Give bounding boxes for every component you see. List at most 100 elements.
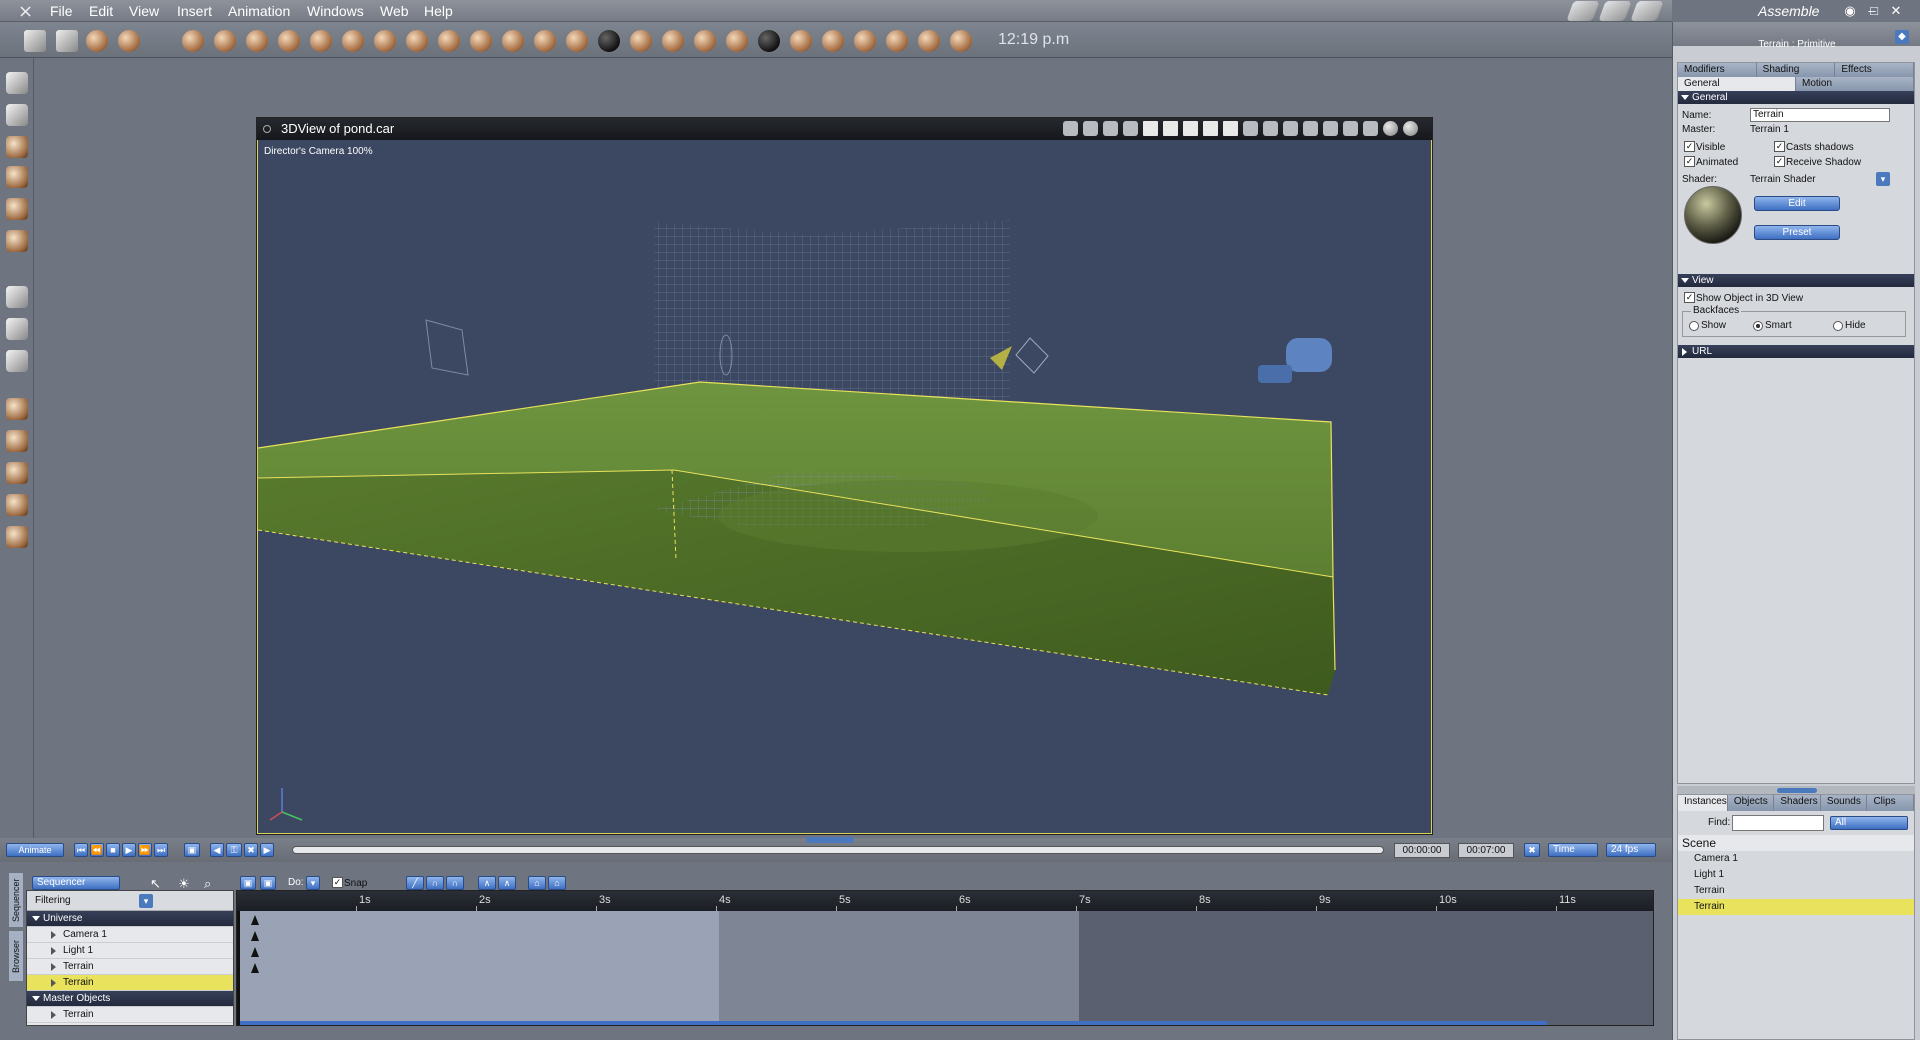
list-item[interactable]: Camera 1 <box>1678 851 1914 867</box>
model-room-icon[interactable] <box>1598 1 1632 21</box>
move-yz-icon[interactable] <box>6 462 28 484</box>
shader-preview[interactable] <box>1684 186 1742 244</box>
3d-view-window[interactable]: 3DView of pond.car Director's Camera 100… <box>256 117 1433 835</box>
tree-group-universe[interactable]: Universe <box>27 911 233 927</box>
bezier-icon[interactable]: ⌂ <box>528 876 546 890</box>
wrench-primitive-icon[interactable] <box>950 30 972 52</box>
time-mode-icon[interactable]: ✖ <box>1524 843 1540 857</box>
sdk-primitive-icon[interactable] <box>694 30 716 52</box>
fast-forward-icon[interactable]: ⏩ <box>138 843 152 857</box>
linear-interp-icon[interactable]: ╱ <box>406 876 424 890</box>
tree-primitive-icon[interactable] <box>438 30 460 52</box>
end-time-field[interactable]: 00:07:00 <box>1458 843 1514 858</box>
camera-object-icon[interactable] <box>1258 338 1332 383</box>
dark-sphere-icon[interactable] <box>598 30 620 52</box>
scale-tool-icon[interactable] <box>6 198 28 220</box>
next-key-icon[interactable]: ▶ <box>260 843 274 857</box>
3d-viewport[interactable]: Director's Camera 100% <box>257 140 1432 834</box>
bounding-render-icon[interactable] <box>1323 121 1338 136</box>
delete-key-icon[interactable]: ✖ <box>244 843 258 857</box>
figure-icon[interactable] <box>1083 121 1098 136</box>
move-xz-icon[interactable] <box>6 430 28 452</box>
box-render-icon[interactable] <box>1243 121 1258 136</box>
preview-render-icon[interactable] <box>1403 121 1418 136</box>
time-scrubber[interactable] <box>292 846 1384 854</box>
pencil-tool-icon[interactable] <box>24 30 46 52</box>
light-icon[interactable] <box>1063 121 1078 136</box>
tab-objects[interactable]: Objects <box>1727 795 1775 811</box>
window-close-dot-icon[interactable] <box>263 125 271 133</box>
edit-shader-button[interactable]: Edit <box>1754 196 1840 211</box>
fit-icon[interactable]: ▣ <box>240 876 256 890</box>
cogwheel-primitive-icon[interactable] <box>534 30 556 52</box>
keyframe-icon[interactable] <box>251 931 259 941</box>
tab-shading[interactable]: Shading <box>1756 63 1836 77</box>
sphere-primitive-icon[interactable] <box>182 30 204 52</box>
tab-motion[interactable]: Motion <box>1796 77 1914 91</box>
hand-room-icon[interactable] <box>1566 1 1600 21</box>
text-primitive-icon[interactable] <box>342 30 364 52</box>
globe-primitive-icon[interactable] <box>246 30 268 52</box>
quad-view-icon[interactable] <box>1183 121 1198 136</box>
keyframe-icon[interactable] <box>251 915 259 925</box>
3d-view-titlebar[interactable]: 3DView of pond.car <box>257 118 1432 140</box>
hidden-render-icon[interactable] <box>1283 121 1298 136</box>
ease-interp-icon[interactable]: ∩ <box>446 876 464 890</box>
tree-item-terrain-selected[interactable]: Terrain <box>27 975 233 991</box>
snap-checkbox[interactable]: Snap <box>332 877 367 889</box>
tree-group-master-objects[interactable]: Master Objects <box>27 991 233 1007</box>
gear-primitive-icon[interactable] <box>374 30 396 52</box>
backfaces-show-radio[interactable]: Show <box>1689 320 1726 331</box>
shaded-render-icon[interactable] <box>1383 121 1398 136</box>
find-input[interactable] <box>1732 815 1824 831</box>
target-primitive-icon[interactable] <box>918 30 940 52</box>
menu-windows[interactable]: Windows <box>307 3 364 19</box>
rewind-icon[interactable]: ⏪ <box>90 843 104 857</box>
figure-primitive-icon[interactable] <box>278 30 300 52</box>
view-section-header[interactable]: View <box>1678 274 1914 287</box>
ease-in-icon[interactable]: ∧ <box>478 876 496 890</box>
tree-item-light[interactable]: Light 1 <box>27 943 233 959</box>
url-section-header[interactable]: URL <box>1678 345 1914 358</box>
paint-brush-icon[interactable] <box>6 230 28 252</box>
trackball-icon[interactable] <box>6 494 28 516</box>
bezier-smooth-icon[interactable]: ⌂ <box>548 876 566 890</box>
filtering-dropdown-icon[interactable]: ▾ <box>139 894 153 908</box>
backfaces-hide-radio[interactable]: Hide <box>1833 320 1866 331</box>
tab-effects[interactable]: Effects <box>1835 63 1915 77</box>
shader-room-icon[interactable] <box>1630 1 1664 21</box>
bowl-primitive-icon[interactable] <box>726 30 748 52</box>
go-start-icon[interactable]: ⏮ <box>74 843 88 857</box>
eye-icon[interactable]: ◉ <box>1842 3 1858 19</box>
fps-select[interactable]: 24 fps <box>1606 843 1656 857</box>
tab-clips[interactable]: Clips <box>1867 795 1914 811</box>
flame-primitive-icon[interactable] <box>502 30 524 52</box>
ease-out-icon[interactable]: ∧ <box>498 876 516 890</box>
tab-browser-vertical[interactable]: Browser <box>8 930 24 982</box>
dolly-icon[interactable] <box>1123 121 1138 136</box>
pin-icon[interactable]: ◆ <box>1895 30 1909 44</box>
direct-select-icon[interactable] <box>6 104 28 126</box>
menu-view[interactable]: View <box>129 3 159 19</box>
sequencer-mode-select[interactable]: Sequencer <box>32 876 120 890</box>
maximize-icon[interactable]: □ <box>1866 3 1882 19</box>
keyframe-icon[interactable] <box>251 963 259 973</box>
general-section-header[interactable]: General <box>1678 91 1914 104</box>
time-ruler[interactable]: 1s 2s 3s 4s 5s 6s 7s 8s 9s 10s 11s <box>237 891 1653 911</box>
menu-help[interactable]: Help <box>424 3 453 19</box>
tab-shaders[interactable]: Shaders <box>1774 795 1821 811</box>
animate-button[interactable]: Animate <box>6 843 64 857</box>
tree-item-master-terrain[interactable]: Terrain <box>27 1007 233 1023</box>
tree-item-camera[interactable]: Camera 1 <box>27 927 233 943</box>
visible-checkbox[interactable]: Visible <box>1684 141 1725 153</box>
plane-primitive-icon[interactable] <box>406 30 428 52</box>
sponge-primitive-icon[interactable] <box>630 30 652 52</box>
list-item[interactable]: Terrain <box>1678 883 1914 899</box>
paint-tool-icon[interactable] <box>118 30 140 52</box>
prev-key-icon[interactable]: ◀ <box>210 843 224 857</box>
camera-icon[interactable] <box>6 286 28 308</box>
playhead[interactable] <box>237 911 240 1025</box>
skeleton-primitive-icon[interactable] <box>886 30 908 52</box>
torus-primitive-icon[interactable] <box>310 30 332 52</box>
tab-sounds[interactable]: Sounds <box>1820 795 1868 811</box>
